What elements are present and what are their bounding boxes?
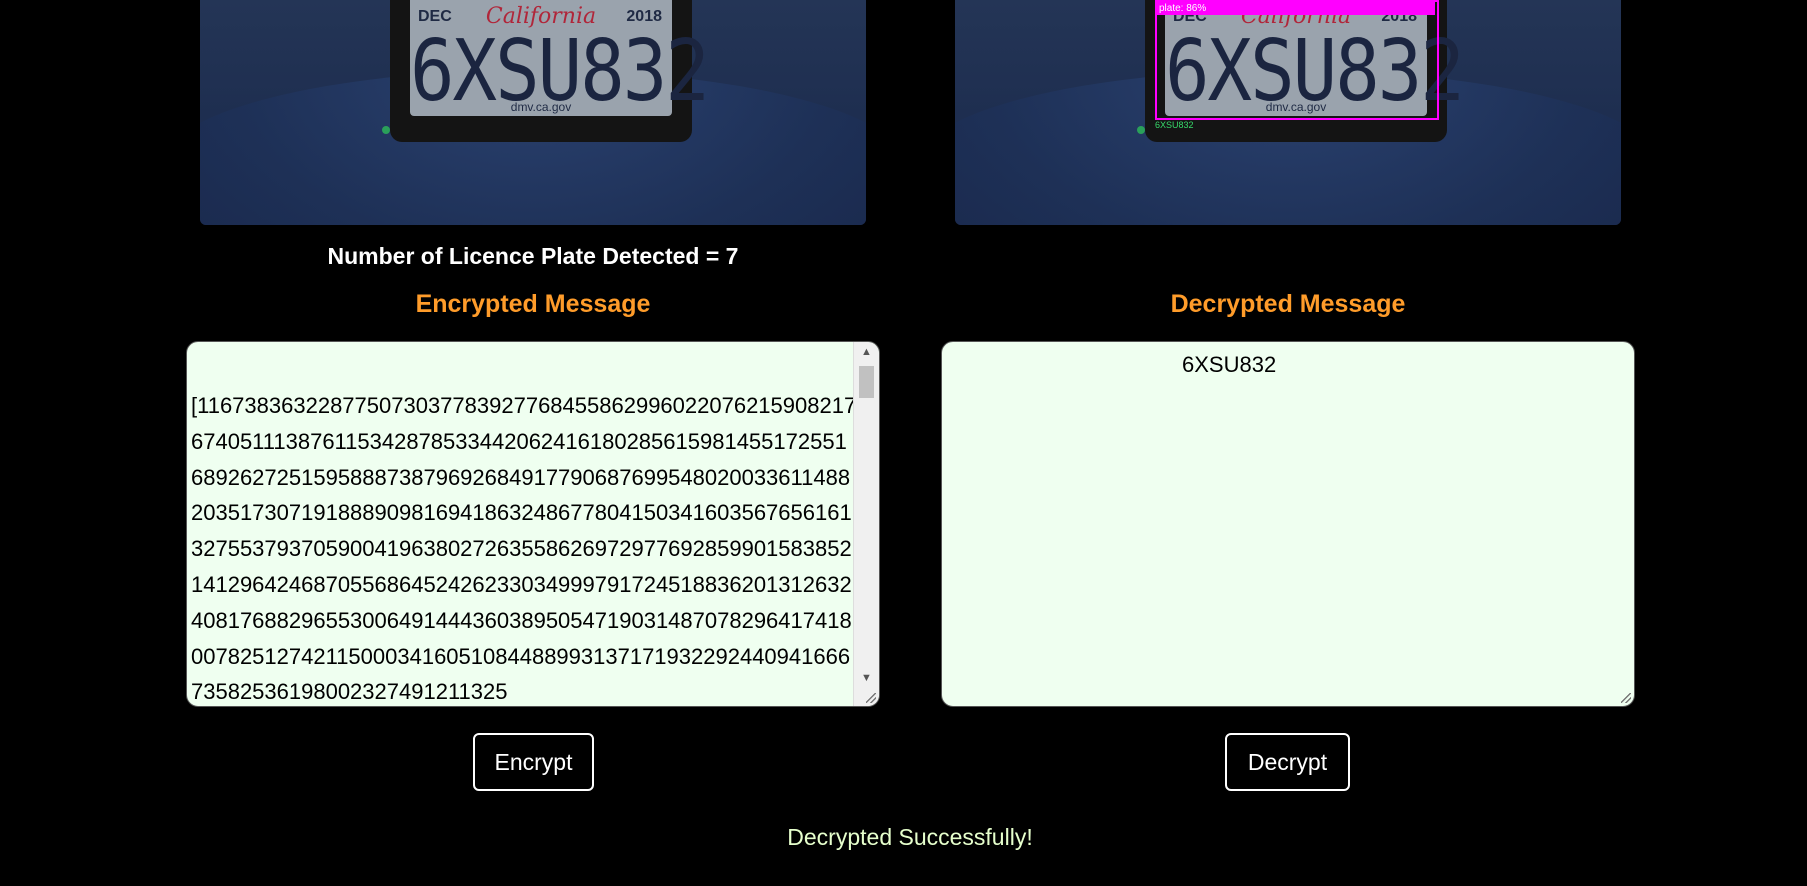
detection-label: plate: 86%: [1155, 2, 1435, 15]
marker-dot: [1137, 126, 1145, 134]
encrypt-button[interactable]: Encrypt: [473, 733, 594, 791]
plates-detected-count: Number of Licence Plate Detected = 7: [327, 243, 739, 269]
decrypt-button[interactable]: Decrypt: [1225, 733, 1350, 791]
scroll-up-icon[interactable]: ▲: [854, 346, 879, 358]
original-plate-image: DEC California 2018 6XSU832 dmv.ca.gov: [200, 0, 866, 225]
scroll-down-icon[interactable]: ▼: [854, 672, 879, 684]
decrypted-message-text: 6XSU832: [1182, 352, 1277, 377]
resize-grip-icon[interactable]: [1621, 693, 1631, 703]
license-plate: DEC California 2018 6XSU832 dmv.ca.gov: [410, 0, 710, 120]
scroll-thumb[interactable]: [859, 366, 874, 398]
resize-grip-icon[interactable]: [866, 693, 876, 703]
decrypted-message-textarea[interactable]: 6XSU832: [941, 341, 1635, 707]
decrypted-message-heading: Decrypted Message: [1170, 290, 1406, 318]
encrypted-message-text: [116738363228775073037783927768455862996…: [191, 393, 857, 705]
encrypted-message-heading: Encrypted Message: [415, 290, 651, 318]
marker-dot: [382, 126, 390, 134]
plate-frame: DEC California 2018 6XSU832 dmv.ca.gov: [390, 0, 710, 142]
detection-box: [1155, 0, 1439, 120]
ocr-text: 6XSU832: [1155, 120, 1194, 130]
encrypted-message-textarea[interactable]: [116738363228775073037783927768455862996…: [186, 341, 880, 707]
detected-plate-image: DEC California 2018 6XSU832 dmv.ca.gov p…: [955, 0, 1621, 225]
status-message: Decrypted Successfully!: [787, 824, 1033, 850]
encrypted-scrollbar[interactable]: ▲ ▼: [853, 342, 879, 706]
plate-site: dmv.ca.gov: [510, 100, 572, 114]
